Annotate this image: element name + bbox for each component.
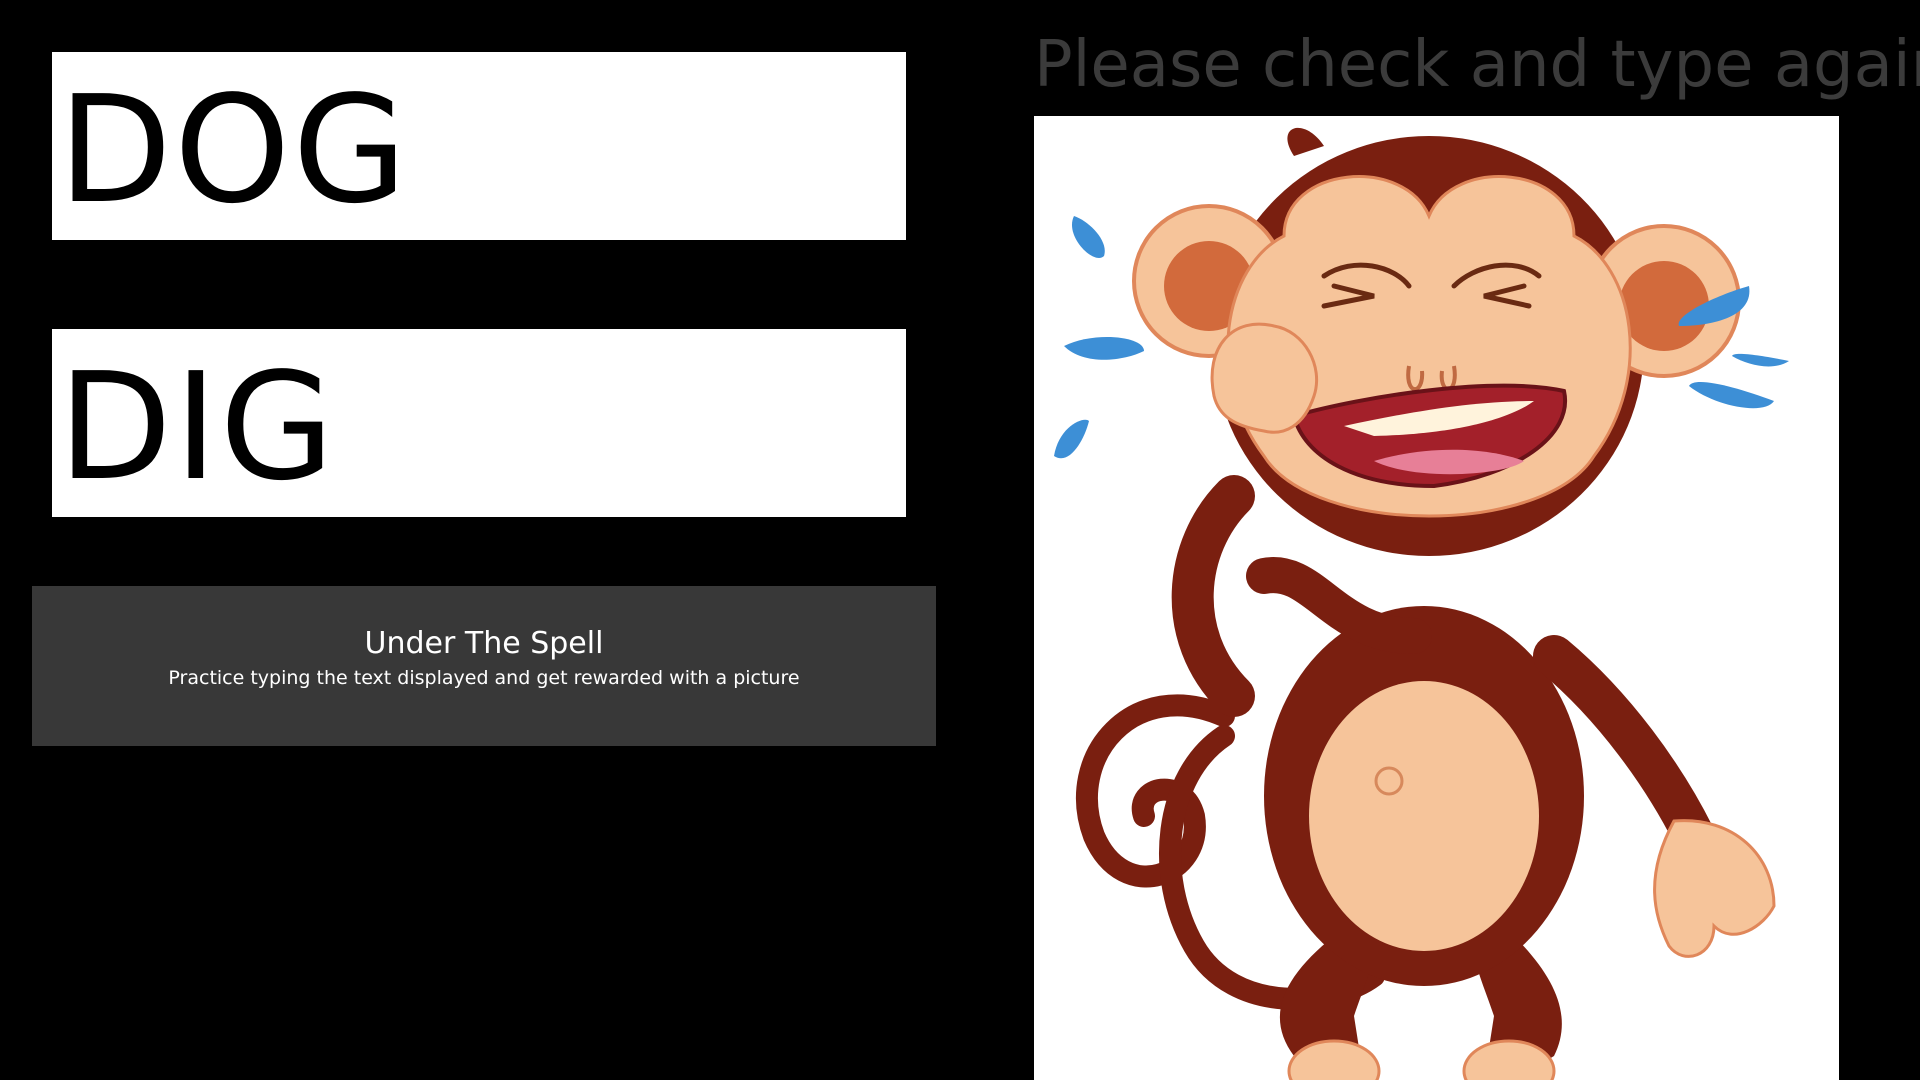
reward-picture <box>1034 116 1839 1080</box>
target-word: DOG <box>58 64 410 236</box>
typed-word[interactable]: DIG <box>52 353 336 501</box>
crying-monkey-illustration <box>1054 127 1789 1080</box>
app-info-panel: Under The Spell Practice typing the text… <box>32 586 936 746</box>
app-title: Under The Spell <box>364 625 604 661</box>
typed-word-input[interactable]: DIG <box>52 329 906 517</box>
app-window: DOG DIG Under The Spell Practice typing … <box>0 0 1920 1080</box>
feedback-message: Please check and type again <box>1034 28 1920 102</box>
target-word-box: DOG <box>52 52 906 240</box>
app-subtitle: Practice typing the text displayed and g… <box>168 666 800 689</box>
